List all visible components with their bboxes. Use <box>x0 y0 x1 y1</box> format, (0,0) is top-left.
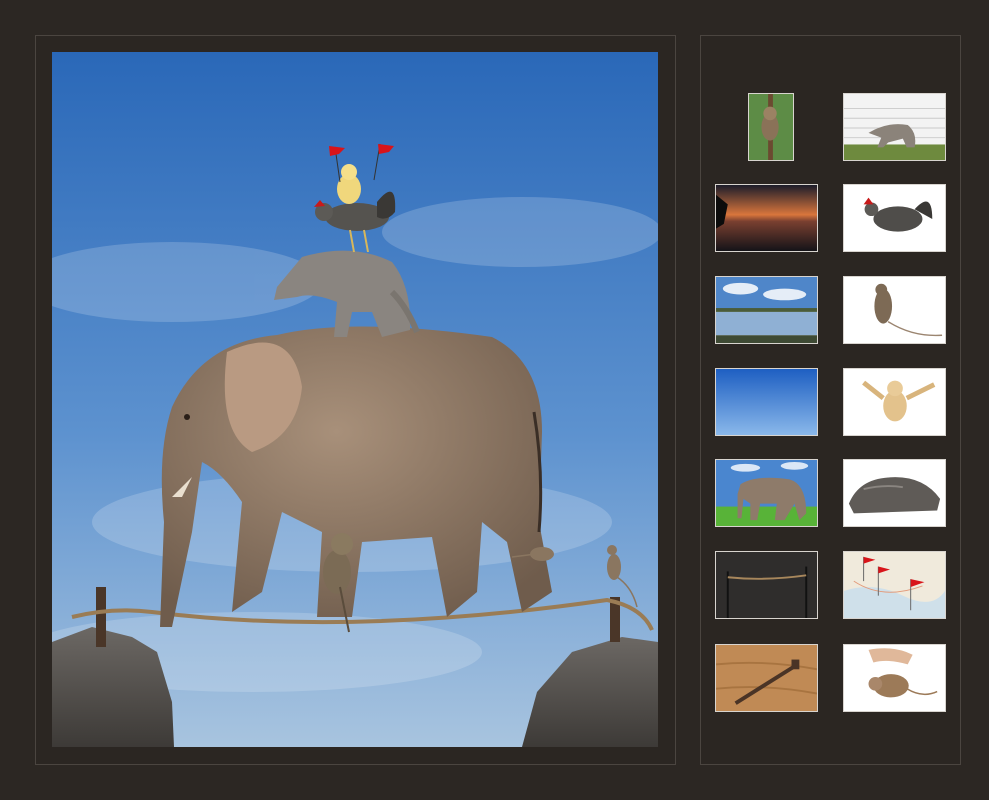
thumb-mouse[interactable] <box>843 276 946 344</box>
thumb-kangaroo[interactable] <box>843 93 946 161</box>
thumb-chick[interactable] <box>843 368 946 436</box>
hand-mouse-photo-icon <box>844 645 945 711</box>
flags-photo-icon <box>844 552 945 618</box>
thumb-rooster[interactable] <box>843 184 946 252</box>
lake-photo-icon <box>716 277 817 343</box>
chick-photo-icon <box>844 369 945 435</box>
thumb-map-flags[interactable] <box>843 551 946 619</box>
sunset-photo-icon <box>716 185 817 251</box>
left-post <box>96 587 106 647</box>
thumb-nail-wood[interactable] <box>715 644 818 712</box>
kangaroo-photo-icon <box>844 94 945 160</box>
rooster-photo-icon <box>844 185 945 251</box>
thumb-hand-mouse[interactable] <box>843 644 946 712</box>
composite-image <box>52 52 658 747</box>
mouse-photo-icon <box>844 277 945 343</box>
thumb-tarsier[interactable] <box>748 93 794 161</box>
thumb-sunset-lake[interactable] <box>715 184 818 252</box>
nail-photo-icon <box>716 645 817 711</box>
thumb-rope-studio[interactable] <box>715 551 818 619</box>
rope-photo-icon <box>716 552 817 618</box>
rock-photo-icon <box>844 460 945 526</box>
thumb-elephant[interactable] <box>715 459 818 527</box>
thumb-blue-sky[interactable] <box>715 368 818 436</box>
thumb-rock[interactable] <box>843 459 946 527</box>
tarsier-photo-icon <box>749 94 793 160</box>
elephant-photo-icon <box>716 460 817 526</box>
sky-photo-icon <box>716 369 817 435</box>
thumb-lake-clouds[interactable] <box>715 276 818 344</box>
